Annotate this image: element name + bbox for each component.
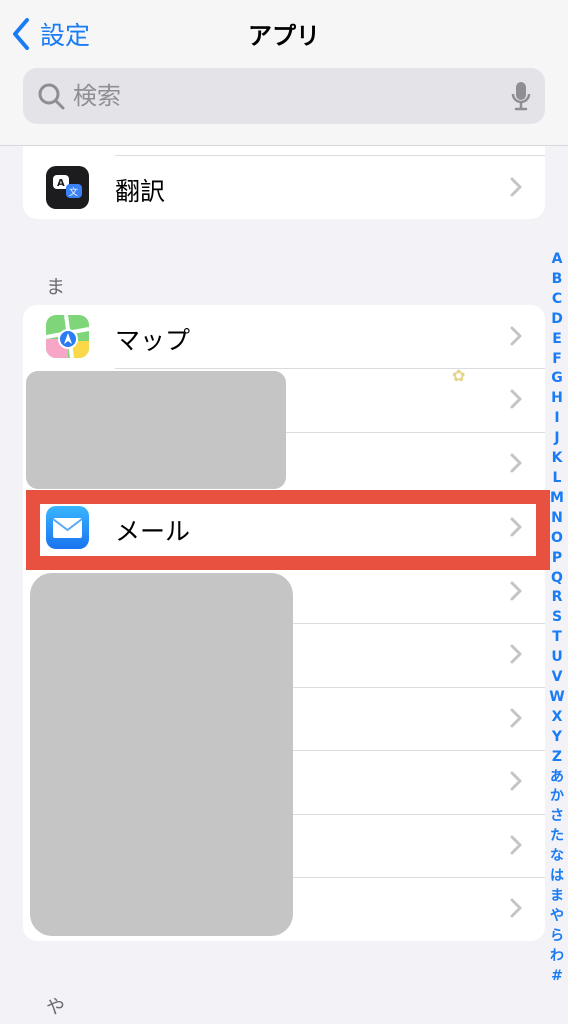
index-letter[interactable]: R (552, 588, 563, 608)
chevron-right-icon (510, 644, 522, 664)
index-letter[interactable]: C (552, 290, 562, 310)
search-input[interactable] (73, 82, 511, 110)
index-letter[interactable]: L (553, 469, 562, 489)
index-letter[interactable]: は (550, 867, 564, 887)
index-letter[interactable]: あ (550, 768, 564, 788)
svg-text:A: A (57, 178, 65, 189)
translate-label: 翻訳 (115, 177, 166, 206)
microphone-icon[interactable] (511, 80, 531, 112)
index-letter[interactable]: K (552, 449, 563, 469)
redaction-block (26, 371, 286, 489)
redaction-block (30, 573, 293, 936)
index-letter[interactable]: E (552, 330, 562, 350)
dimmed-icon: ✿ (452, 366, 466, 385)
mail-icon (46, 506, 89, 549)
index-letter[interactable]: Y (552, 728, 562, 748)
index-letter[interactable]: な (550, 847, 564, 867)
index-letter[interactable]: F (552, 350, 562, 370)
section-header-ma: ま (46, 276, 66, 298)
navigation-header: 設定 アプリ (0, 0, 568, 146)
section-index-bar[interactable]: A B C D E F G H I J K L M N O P Q R S T U V W X Y Z あかさたなはまやらわ # (546, 250, 568, 987)
index-letter[interactable]: G (551, 369, 563, 389)
index-letter[interactable]: た (550, 827, 564, 847)
search-icon (38, 83, 65, 110)
maps-label: マップ (115, 326, 191, 355)
index-letter[interactable]: T (552, 628, 562, 648)
list-item-maps[interactable]: マップ (23, 305, 545, 368)
chevron-right-icon (510, 898, 522, 918)
translate-icon: A 文 (46, 166, 89, 209)
chevron-right-icon (510, 177, 522, 197)
index-letter[interactable]: か (550, 787, 564, 807)
row-divider (115, 560, 545, 561)
index-letter[interactable]: # (551, 967, 563, 987)
search-bar[interactable] (23, 68, 545, 124)
index-letter[interactable]: B (552, 270, 563, 290)
index-letter[interactable]: や (550, 907, 564, 927)
index-letter[interactable]: N (551, 509, 563, 529)
index-letter[interactable]: M (550, 489, 564, 509)
index-letter[interactable]: H (551, 389, 563, 409)
index-letter[interactable]: V (552, 668, 563, 688)
row-divider (115, 496, 545, 497)
row-divider (115, 155, 545, 156)
index-letter[interactable]: ま (550, 887, 564, 907)
chevron-right-icon (510, 581, 522, 601)
index-letter[interactable]: Z (552, 748, 562, 768)
chevron-right-icon (510, 771, 522, 791)
maps-icon (46, 315, 89, 358)
chevron-right-icon (510, 517, 522, 537)
section-header-ya: や (46, 996, 66, 1018)
chevron-right-icon (510, 835, 522, 855)
index-letter[interactable]: J (554, 429, 559, 449)
index-letter[interactable]: O (551, 529, 563, 549)
page-title: アプリ (248, 22, 320, 50)
chevron-right-icon (510, 326, 522, 346)
index-letter[interactable]: X (552, 708, 563, 728)
index-letter[interactable]: Q (551, 569, 563, 589)
mail-label: メール (115, 517, 191, 546)
chevron-right-icon (510, 389, 522, 409)
list-item-mail[interactable]: メール (23, 496, 545, 559)
list-item-translate[interactable]: A 文 翻訳 (23, 155, 545, 219)
chevron-right-icon (510, 708, 522, 728)
index-letter[interactable]: W (549, 688, 564, 708)
index-letter[interactable]: P (552, 549, 562, 569)
row-divider (115, 368, 545, 369)
index-letter[interactable]: ら (550, 927, 564, 947)
chevron-right-icon (510, 453, 522, 473)
index-letter[interactable]: U (551, 648, 562, 668)
index-letter[interactable]: S (552, 608, 562, 628)
index-letter[interactable]: A (552, 250, 563, 270)
index-letter[interactable]: I (554, 409, 559, 429)
svg-text:文: 文 (69, 186, 78, 198)
index-letter[interactable]: さ (550, 807, 564, 827)
settings-group-ha: A 文 翻訳 (23, 146, 545, 219)
index-letter[interactable]: D (551, 310, 563, 330)
index-letter[interactable]: わ (550, 947, 564, 967)
